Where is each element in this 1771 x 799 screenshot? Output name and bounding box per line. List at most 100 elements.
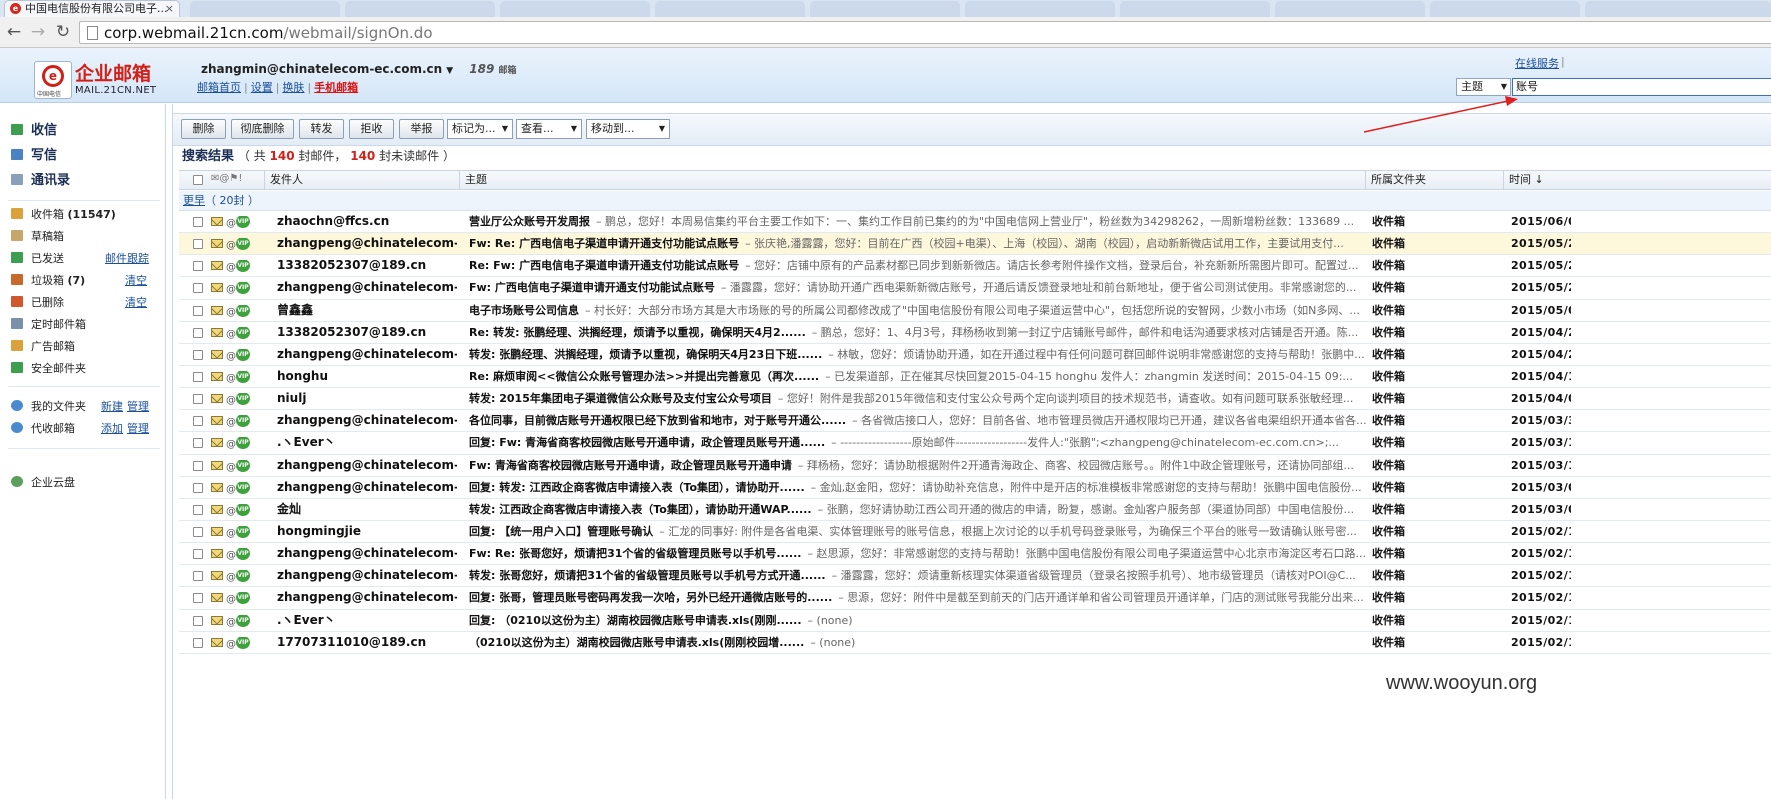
column-folder[interactable]: 所属文件夹 bbox=[1365, 171, 1505, 190]
online-service-link[interactable]: 在线服务 bbox=[1515, 55, 1559, 71]
row-sender[interactable]: zhangpeng@chinatelecom-... bbox=[277, 565, 457, 586]
arrow-right-icon[interactable]: → bbox=[28, 22, 48, 42]
chevron-down-icon[interactable]: ▼ bbox=[446, 66, 453, 76]
row-sender[interactable]: 金灿 bbox=[277, 499, 457, 520]
background-tab[interactable] bbox=[655, 1, 805, 17]
mail-row[interactable]: @ VIP 17707311010@189.cn （0210以这份为主）湖南校园微店账… bbox=[179, 632, 1771, 654]
manage-folders-link[interactable]: 管理 bbox=[127, 398, 149, 416]
row-sender[interactable]: 13382052307@189.cn bbox=[277, 255, 457, 276]
contacts-button[interactable]: 通讯录 bbox=[11, 172, 70, 190]
add-proxy-link[interactable]: 添加 bbox=[101, 420, 123, 438]
row-subject[interactable]: 电子市场账号公司信息 – 村长好：大部分市场方其是大市场账的号的所属公司都修改成了… bbox=[469, 300, 1371, 321]
mail-row[interactable]: @ VIP zhangpeng@chinatelecom-... Fw: 青海省商客校… bbox=[179, 455, 1771, 477]
search-field-select[interactable]: 主题 ▼ bbox=[1456, 78, 1511, 96]
sidebar-item-scheduled[interactable]: 定时邮件箱 bbox=[11, 316, 86, 334]
background-tab[interactable] bbox=[965, 1, 1115, 17]
row-subject[interactable]: 营业厅公众账号开发周报 – 鹏总，您好！本周易信集约平台主要工作如下：一、集约工作… bbox=[469, 211, 1371, 232]
sidebar-item-deleted[interactable]: 已删除 清空 bbox=[11, 294, 147, 312]
delete-button[interactable]: 删除 bbox=[181, 119, 226, 139]
sidebar-item-spam[interactable]: 垃圾箱 (7) 清空 bbox=[11, 272, 147, 290]
row-checkbox[interactable] bbox=[193, 305, 203, 316]
row-subject[interactable]: 回复: 转发: 江西政企商客微店申请接入表（To集团），请协助开...... – … bbox=[469, 477, 1371, 498]
close-tab-icon[interactable]: × bbox=[165, 1, 174, 16]
row-checkbox[interactable] bbox=[193, 239, 203, 250]
column-sender[interactable]: 发件人 bbox=[264, 171, 462, 190]
row-checkbox[interactable] bbox=[193, 526, 203, 537]
row-subject[interactable]: 转发: 张哥您好，烦请把31个省的省级管理员账号以手机号方式开通...... – … bbox=[469, 565, 1371, 586]
mail-row[interactable]: @ VIP .ヽEver丶 回复: Fw: 青海省商客校园微店账号开通申请，政企管理员… bbox=[179, 432, 1771, 455]
reload-icon[interactable]: ↻ bbox=[53, 22, 73, 42]
row-subject[interactable]: 各位同事，目前微店账号开通权限已经下放到省和地市，对于账号开通公...... – … bbox=[469, 410, 1371, 431]
row-sender[interactable]: zhangpeng@chinatelecom-... bbox=[277, 410, 457, 431]
mail-row[interactable]: @ VIP hongmingjie 回复: 【统一用户入口】管理账号确认 – 汇龙的同事… bbox=[179, 521, 1771, 544]
row-checkbox[interactable] bbox=[193, 371, 203, 382]
row-sender[interactable]: hongmingjie bbox=[277, 521, 457, 542]
row-subject[interactable]: 转发: 江西政企商客微店申请接入表（To集团），请协助开通WAP...... – … bbox=[469, 499, 1371, 520]
column-subject[interactable]: 主题 bbox=[459, 171, 1367, 190]
row-sender[interactable]: honghu bbox=[277, 366, 457, 387]
report-button[interactable]: 举报 bbox=[399, 119, 444, 139]
row-subject[interactable]: Fw: 广西电信电子渠道申请开通支付功能试点账号 – 潘露露，您好：请协助开通广西… bbox=[469, 277, 1371, 298]
select-all-checkbox[interactable] bbox=[193, 175, 203, 185]
forward-button[interactable]: 转发 bbox=[299, 119, 344, 139]
user-account[interactable]: zhangmin@chinatelecom-ec.com.cn ▼ 189 邮箱 bbox=[201, 61, 517, 79]
row-sender[interactable]: zhangpeng@chinatelecom-... bbox=[277, 477, 457, 498]
arrow-left-icon[interactable]: ← bbox=[4, 22, 24, 42]
row-subject[interactable]: Re: Fw: 广西电信电子渠道申请开通支付功能试点账号 – 您好：店铺中原有的产… bbox=[469, 255, 1371, 276]
mobile-mail-link[interactable]: 手机邮箱 bbox=[314, 81, 358, 94]
mail-home-link[interactable]: 邮箱首页 bbox=[197, 81, 241, 94]
mail-row[interactable]: @ VIP zhangpeng@chinatelecom-... Fw: Re: 广西… bbox=[179, 233, 1771, 256]
sidebar-item-inbox[interactable]: 收件箱 (11547) bbox=[11, 206, 116, 224]
mail-row[interactable]: @ VIP 曾鑫鑫 电子市场账号公司信息 – 村长好：大部分市场方其是大市场账的号的所属… bbox=[179, 300, 1771, 322]
collapse-group-link[interactable]: 更早 bbox=[183, 194, 205, 207]
row-checkbox[interactable] bbox=[193, 416, 203, 427]
mail-row[interactable]: @ VIP .ヽEver丶 回复: （0210以这份为主）湖南校园微店账号申请表.xl… bbox=[179, 610, 1771, 632]
row-checkbox[interactable] bbox=[193, 394, 203, 405]
row-checkbox[interactable] bbox=[193, 571, 203, 582]
row-sender[interactable]: 13382052307@189.cn bbox=[277, 322, 457, 343]
sidebar-item-cloud[interactable]: 企业云盘 bbox=[11, 474, 75, 492]
row-subject[interactable]: 转发: 张鹏经理、洪搁经理，烦请予以重视，确保明天4月23日下班...... – … bbox=[469, 344, 1371, 365]
row-sender[interactable]: 曾鑫鑫 bbox=[277, 300, 457, 321]
new-folder-link[interactable]: 新建 bbox=[101, 398, 123, 416]
mail-row[interactable]: @ VIP zhaochn@ffcs.cn 营业厅公众账号开发周报 – 鹏总，您好！本周… bbox=[179, 211, 1771, 234]
view-select[interactable]: 查看... ▼ bbox=[516, 119, 582, 139]
row-subject[interactable]: Fw: Re: 张哥您好，烦请把31个省的省级管理员账号以手机号...... – … bbox=[469, 543, 1371, 564]
row-checkbox[interactable] bbox=[193, 349, 203, 360]
row-sender[interactable]: .ヽEver丶 bbox=[277, 432, 457, 453]
row-checkbox[interactable] bbox=[193, 482, 203, 493]
row-sender[interactable]: 17707311010@189.cn bbox=[277, 632, 457, 653]
mail-row[interactable]: @ VIP zhangpeng@chinatelecom-... 转发: 张哥您好，烦… bbox=[179, 565, 1771, 588]
settings-link[interactable]: 设置 bbox=[251, 81, 273, 94]
mail-row[interactable]: @ VIP zhangpeng@chinatelecom-... Fw: 广西电信电子… bbox=[179, 277, 1771, 300]
mail-row[interactable]: @ VIP 13382052307@189.cn Re: Fw: 广西电信电子渠道申请… bbox=[179, 255, 1771, 278]
mail-row[interactable]: @ VIP zhangpeng@chinatelecom-... 回复: 张哥，管理员… bbox=[179, 587, 1771, 610]
mark-as-select[interactable]: 标记为... ▼ bbox=[447, 119, 513, 139]
row-subject[interactable]: 回复: 张哥，管理员账号密码再发我一次哈，另外已经开通微店账号的...... – … bbox=[469, 587, 1371, 608]
background-tab[interactable] bbox=[190, 1, 340, 17]
row-sender[interactable]: zhangpeng@chinatelecom-... bbox=[277, 543, 457, 564]
sidebar-item-ads[interactable]: 广告邮箱 bbox=[11, 338, 75, 356]
row-checkbox[interactable] bbox=[193, 327, 203, 338]
row-subject[interactable]: Re: 转发: 张鹏经理、洪搁经理，烦请予以重视，确保明天4月2...... – … bbox=[469, 322, 1371, 343]
mail-row[interactable]: @ VIP zhangpeng@chinatelecom-... 各位同事，目前微店账… bbox=[179, 410, 1771, 433]
mail-row[interactable]: @ VIP 金灿 转发: 江西政企商客微店申请接入表（To集团），请协助开通WAP..… bbox=[179, 499, 1771, 521]
sidebar-item-sent[interactable]: 已发送 邮件跟踪 bbox=[11, 250, 149, 268]
row-subject[interactable]: 回复: （0210以这份为主）湖南校园微店账号申请表.xls(刚刚...... –… bbox=[469, 610, 1371, 631]
mail-row[interactable]: @ VIP zhangpeng@chinatelecom-... 回复: 转发: 江西… bbox=[179, 477, 1771, 499]
compose-button[interactable]: 写信 bbox=[11, 147, 57, 165]
row-checkbox[interactable] bbox=[193, 615, 203, 626]
row-checkbox[interactable] bbox=[193, 504, 203, 515]
row-checkbox[interactable] bbox=[193, 438, 203, 449]
mail-row[interactable]: @ VIP niulj 转发: 2015年集团电子渠道微信公众账号及支付宝公众号项目 –… bbox=[179, 388, 1771, 411]
skin-link[interactable]: 换肤 bbox=[282, 81, 304, 94]
reject-button[interactable]: 拒收 bbox=[349, 119, 394, 139]
mail-row[interactable]: @ VIP 13382052307@189.cn Re: 转发: 张鹏经理、洪搁经理，… bbox=[179, 322, 1771, 344]
background-tab[interactable] bbox=[500, 1, 650, 17]
background-tab[interactable] bbox=[810, 1, 960, 17]
background-tab[interactable] bbox=[1585, 1, 1771, 17]
row-checkbox[interactable] bbox=[193, 637, 203, 648]
delete-forever-button[interactable]: 彻底删除 bbox=[231, 119, 294, 139]
column-time[interactable]: 时间 ↓ bbox=[1503, 171, 1583, 190]
row-subject[interactable]: Re: 麻烦审阅<<微信公众账号管理办法>>并提出完善意见（再次...... – … bbox=[469, 366, 1371, 387]
